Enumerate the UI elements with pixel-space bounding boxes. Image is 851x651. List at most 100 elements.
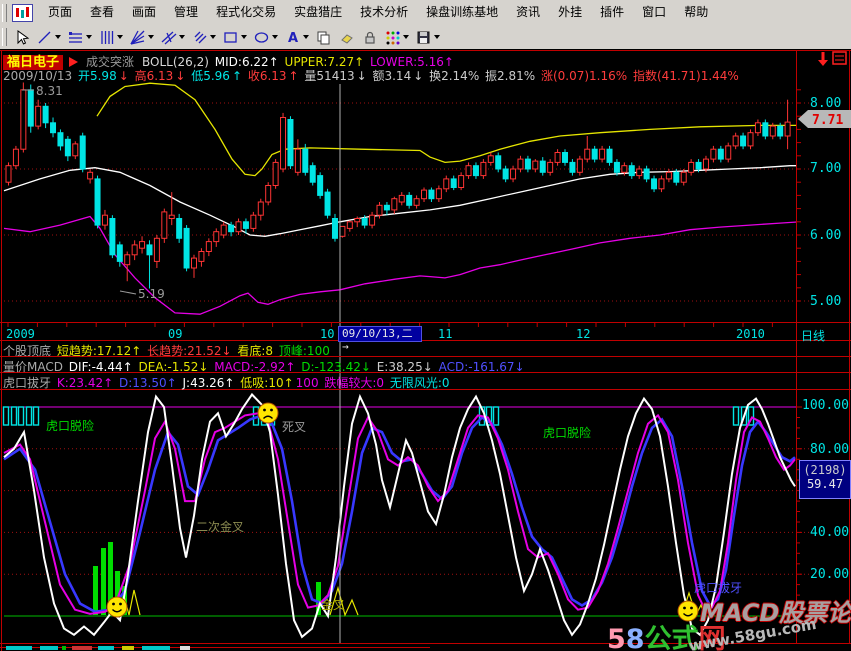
volume-signal-bar — [101, 548, 106, 615]
menu-item-实盘猎庄[interactable]: 实盘猎庄 — [285, 0, 351, 25]
vertical-lines-tool[interactable] — [96, 26, 125, 48]
menu-item-窗口[interactable]: 窗口 — [633, 0, 675, 25]
eraser-tool[interactable] — [336, 26, 357, 48]
price-annotation-8.31: 8.31 — [36, 84, 63, 98]
candle — [548, 162, 553, 172]
colors-tool[interactable] — [382, 26, 411, 48]
dropdown-caret-icon[interactable] — [148, 35, 154, 39]
channel-icon — [160, 29, 177, 46]
candle — [459, 176, 464, 188]
menu-item-帮助[interactable]: 帮助 — [675, 0, 717, 25]
quote-segment: 额3.14 — [372, 69, 411, 83]
indicator-segment-volume-price-macd: ACD:-161.67↓ — [439, 360, 525, 374]
dropdown-caret-icon[interactable] — [117, 35, 123, 39]
menu-items: 页面查看画面管理程式化交易实盘猎庄技术分析操盘训练基地资讯外挂插件窗口帮助 — [39, 0, 717, 25]
signal-top-bar — [494, 407, 499, 425]
candle — [303, 149, 308, 172]
candle — [251, 215, 256, 228]
candle — [273, 162, 278, 185]
channel-tool[interactable] — [158, 26, 187, 48]
quote-segment: 指数(41.71)1.44% — [633, 69, 739, 83]
candle — [281, 118, 286, 170]
indicator-segment-stock-topbottom: 顶峰:100 — [279, 344, 330, 358]
period-label[interactable]: 日线 — [801, 327, 825, 344]
indicator-segment-hukou-baya: 虎口拔牙 — [3, 376, 55, 390]
candle — [36, 106, 41, 126]
trend-line-icon — [36, 29, 53, 46]
candle — [451, 179, 456, 188]
dropdown-caret-icon[interactable] — [303, 35, 309, 39]
candle — [392, 199, 397, 210]
cutoff-pane-fragment — [62, 646, 66, 650]
indicator-segment-stock-topbottom: 看底:8 — [237, 344, 277, 358]
dropdown-caret-icon[interactable] — [434, 35, 440, 39]
menu-item-插件[interactable]: 插件 — [591, 0, 633, 25]
quote-segment: ↑ — [289, 69, 303, 83]
quote-segment: ↓ — [175, 69, 189, 83]
candle — [28, 90, 33, 126]
dropdown-caret-icon[interactable] — [272, 35, 278, 39]
indicator-row-topbottom: 个股顶底 短趋势:17.12↑ 长趋势:21.52↓ 看底:8 顶峰:100 — [3, 342, 332, 359]
candle — [600, 149, 605, 159]
candle — [169, 215, 174, 218]
lock-tool[interactable] — [359, 26, 380, 48]
candle — [399, 195, 404, 202]
text-tool[interactable]: A — [282, 26, 311, 48]
menu-item-程式化交易[interactable]: 程式化交易 — [207, 0, 285, 25]
watermark-char: 8 — [626, 624, 645, 651]
menu-item-画面[interactable]: 画面 — [123, 0, 165, 25]
dropdown-caret-icon[interactable] — [55, 35, 61, 39]
indicator-segment-hukou-baya: 低吸:10↑ — [240, 376, 293, 390]
panel-icon[interactable] — [833, 52, 846, 64]
gann-fan-tool[interactable] — [127, 26, 156, 48]
dropdown-caret-icon[interactable] — [210, 35, 216, 39]
parallel-lines-tool[interactable] — [189, 26, 218, 48]
menu-item-外挂[interactable]: 外挂 — [549, 0, 591, 25]
dropdown-caret-icon[interactable] — [179, 35, 185, 39]
candle — [436, 189, 441, 199]
quote-segment: 涨(0.07)1.16% — [541, 69, 631, 83]
candle — [347, 222, 352, 229]
save-tool[interactable] — [413, 26, 442, 48]
candle — [614, 162, 619, 172]
time-label-09: 09 — [168, 327, 182, 341]
candle — [622, 166, 627, 173]
signal-annotation-死叉: 死叉 — [282, 418, 306, 435]
menu-item-资讯[interactable]: 资讯 — [507, 0, 549, 25]
indicator-segment-volume-price-macd: DEA:-1.52↓ — [139, 360, 213, 374]
quote-segment: 2009/10/13 — [3, 69, 76, 83]
copy-tool[interactable] — [313, 26, 334, 48]
candle — [689, 162, 694, 172]
candle — [199, 252, 204, 262]
dropdown-caret-icon[interactable] — [403, 35, 409, 39]
candle — [422, 190, 427, 199]
toolbar-grip[interactable] — [2, 4, 7, 22]
quote-segment: 低5.96 — [191, 69, 230, 83]
dropdown-caret-icon[interactable] — [86, 35, 92, 39]
signal-top-bar — [34, 407, 39, 425]
menu-item-查看[interactable]: 查看 — [81, 0, 123, 25]
price-tick-5.00: 5.00 — [810, 294, 841, 309]
candle — [221, 225, 226, 235]
ellipse-tool[interactable] — [251, 26, 280, 48]
trend-line-tool[interactable] — [34, 26, 63, 48]
menu-item-管理[interactable]: 管理 — [165, 0, 207, 25]
candle — [681, 172, 686, 182]
golden-sections-tool[interactable] — [65, 26, 94, 48]
app-chart-icon[interactable] — [12, 4, 33, 22]
indicator-segment-hukou-baya: K:23.42↑ — [57, 376, 117, 390]
rectangle-tool[interactable] — [220, 26, 249, 48]
signal-top-bar — [12, 407, 17, 425]
down-arrow-icon[interactable] — [818, 52, 828, 66]
last-price-tag: 7.71 — [798, 110, 851, 128]
dropdown-caret-icon[interactable] — [241, 35, 247, 39]
toolbar-grip[interactable] — [2, 28, 7, 46]
menu-item-技术分析[interactable]: 技术分析 — [351, 0, 417, 25]
kdj-line-K — [4, 413, 795, 614]
indicator-segment-hukou-baya: 跌幅较大:0 — [324, 376, 388, 390]
quote-row: 2009/10/13 开5.98↓ 高6.13↓ 低5.96↑ 收6.13↑ 量… — [3, 67, 741, 84]
menu-item-操盘训练基地[interactable]: 操盘训练基地 — [417, 0, 507, 25]
candle — [540, 161, 545, 172]
menu-item-页面[interactable]: 页面 — [39, 0, 81, 25]
pointer-tool[interactable] — [11, 26, 32, 48]
